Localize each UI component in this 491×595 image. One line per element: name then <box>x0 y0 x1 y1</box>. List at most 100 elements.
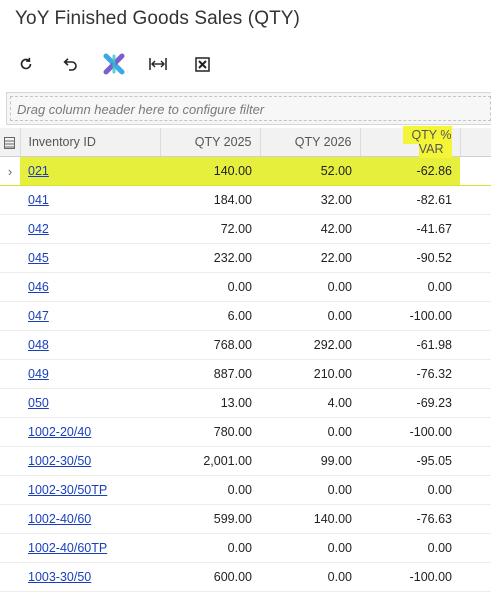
header-qty-2026[interactable]: QTY 2026 <box>260 128 361 157</box>
qty-2025-cell: 232.00 <box>160 243 260 273</box>
undo-icon <box>63 58 77 71</box>
row-filler <box>460 417 491 447</box>
header-filler <box>460 128 491 157</box>
row-selector[interactable] <box>0 504 20 534</box>
export-excel-icon <box>194 56 210 72</box>
export-excel-button[interactable] <box>188 50 216 78</box>
row-selector[interactable]: › <box>0 156 20 186</box>
row-selector[interactable] <box>0 301 20 331</box>
table-row[interactable]: 1002-40/60 599.00 140.00 -76.63 <box>0 504 491 534</box>
table-row[interactable]: 1002-30/50 2,001.00 99.00 -95.05 <box>0 446 491 476</box>
row-selector[interactable] <box>0 272 20 302</box>
table-row[interactable]: 1002-30/50TP 0.00 0.00 0.00 <box>0 475 491 505</box>
table-row[interactable]: › 021 140.00 52.00 -62.86 <box>0 156 491 186</box>
current-row-arrow-icon: › <box>7 163 13 179</box>
header-qty-2025[interactable]: QTY 2025 <box>160 128 261 157</box>
qty-var-cell: -61.98 <box>360 330 460 360</box>
column-chooser-icon <box>4 136 16 149</box>
inventory-id-link[interactable]: 050 <box>28 396 49 410</box>
undo-button[interactable] <box>56 50 84 78</box>
qty-2025-cell: 600.00 <box>160 562 260 592</box>
qty-var-cell: -41.67 <box>360 214 460 244</box>
row-selector[interactable] <box>0 562 20 592</box>
group-by-panel[interactable]: Drag column header here to configure fil… <box>6 92 491 125</box>
inventory-id-link[interactable]: 042 <box>28 222 49 236</box>
qty-var-cell: -62.86 <box>360 156 460 186</box>
qty-var-cell: 0.00 <box>360 475 460 505</box>
adjust-columns-width-button[interactable] <box>144 50 172 78</box>
inventory-id-link[interactable]: 041 <box>28 193 49 207</box>
row-selector[interactable] <box>0 417 20 447</box>
inventory-id-cell: 1002-30/50TP <box>20 475 160 505</box>
qty-2025-cell: 184.00 <box>160 185 260 215</box>
table-row[interactable]: 047 6.00 0.00 -100.00 <box>0 301 491 331</box>
qty-2025-cell: 599.00 <box>160 504 260 534</box>
inventory-id-link[interactable]: 1002-30/50 <box>28 454 91 468</box>
inventory-id-link[interactable]: 048 <box>28 338 49 352</box>
header-inventory-id[interactable]: Inventory ID <box>20 128 161 157</box>
table-row[interactable]: 048 768.00 292.00 -61.98 <box>0 330 491 360</box>
table-row[interactable]: 1003-30/50 600.00 0.00 -100.00 <box>0 562 491 592</box>
qty-var-cell: -90.52 <box>360 243 460 273</box>
qty-2025-cell: 0.00 <box>160 475 260 505</box>
inventory-id-link[interactable]: 046 <box>28 280 49 294</box>
qty-2026-cell: 22.00 <box>260 243 360 273</box>
row-selector[interactable] <box>0 330 20 360</box>
inventory-id-link[interactable]: 045 <box>28 251 49 265</box>
qty-2025-cell: 2,001.00 <box>160 446 260 476</box>
table-row[interactable]: 050 13.00 4.00 -69.23 <box>0 388 491 418</box>
inventory-id-link[interactable]: 1002-40/60TP <box>28 541 107 555</box>
table-row[interactable]: 045 232.00 22.00 -90.52 <box>0 243 491 273</box>
row-selector[interactable] <box>0 243 20 273</box>
qty-var-cell: 0.00 <box>360 272 460 302</box>
qty-var-cell: -82.61 <box>360 185 460 215</box>
row-filler <box>460 446 491 476</box>
table-row[interactable]: 1002-20/40 780.00 0.00 -100.00 <box>0 417 491 447</box>
row-selector[interactable] <box>0 475 20 505</box>
inventory-id-link[interactable]: 1002-40/60 <box>28 512 91 526</box>
inventory-id-cell: 1003-30/50 <box>20 562 160 592</box>
qty-2025-cell: 140.00 <box>160 156 260 186</box>
qty-2026-cell: 52.00 <box>260 156 360 186</box>
inventory-id-cell: 041 <box>20 185 160 215</box>
qty-var-cell: -95.05 <box>360 446 460 476</box>
table-row[interactable]: 041 184.00 32.00 -82.61 <box>0 185 491 215</box>
inventory-id-cell: 048 <box>20 330 160 360</box>
fit-columns-icon <box>103 53 125 75</box>
row-selector[interactable] <box>0 446 20 476</box>
inventory-id-cell: 021 <box>20 156 160 186</box>
row-selector[interactable] <box>0 359 20 389</box>
group-placeholder: Drag column header here to configure fil… <box>17 102 265 117</box>
table-row[interactable]: 1002-40/60TP 0.00 0.00 0.00 <box>0 533 491 563</box>
row-selector[interactable] <box>0 388 20 418</box>
inventory-id-link[interactable]: 047 <box>28 309 49 323</box>
row-selector[interactable] <box>0 533 20 563</box>
table-row[interactable]: 046 0.00 0.00 0.00 <box>0 272 491 302</box>
fit-columns-button[interactable] <box>100 50 128 78</box>
group-drop-zone[interactable]: Drag column header here to configure fil… <box>10 96 491 121</box>
page-title: YoY Finished Goods Sales (QTY) <box>15 8 300 29</box>
row-filler <box>460 504 491 534</box>
qty-2026-cell: 0.00 <box>260 272 360 302</box>
row-filler <box>460 272 491 302</box>
row-selector[interactable] <box>0 214 20 244</box>
inventory-id-link[interactable]: 049 <box>28 367 49 381</box>
inventory-id-link[interactable]: 1002-20/40 <box>28 425 91 439</box>
inventory-id-link[interactable]: 1002-30/50TP <box>28 483 107 497</box>
header-qty-var[interactable]: QTY % VAR <box>360 126 461 158</box>
row-selector[interactable] <box>0 185 20 215</box>
refresh-button[interactable] <box>12 50 40 78</box>
column-chooser-header[interactable] <box>0 128 21 157</box>
qty-2025-cell: 0.00 <box>160 272 260 302</box>
inventory-id-link[interactable]: 1003-30/50 <box>28 570 91 584</box>
inventory-id-cell: 046 <box>20 272 160 302</box>
inventory-id-cell: 045 <box>20 243 160 273</box>
qty-var-cell: -76.32 <box>360 359 460 389</box>
table-row[interactable]: 049 887.00 210.00 -76.32 <box>0 359 491 389</box>
inventory-id-link[interactable]: 021 <box>28 164 49 178</box>
table-row[interactable]: 042 72.00 42.00 -41.67 <box>0 214 491 244</box>
adjust-columns-width-icon <box>149 58 167 70</box>
qty-2026-cell: 292.00 <box>260 330 360 360</box>
inventory-id-cell: 1002-40/60 <box>20 504 160 534</box>
qty-2026-cell: 140.00 <box>260 504 360 534</box>
